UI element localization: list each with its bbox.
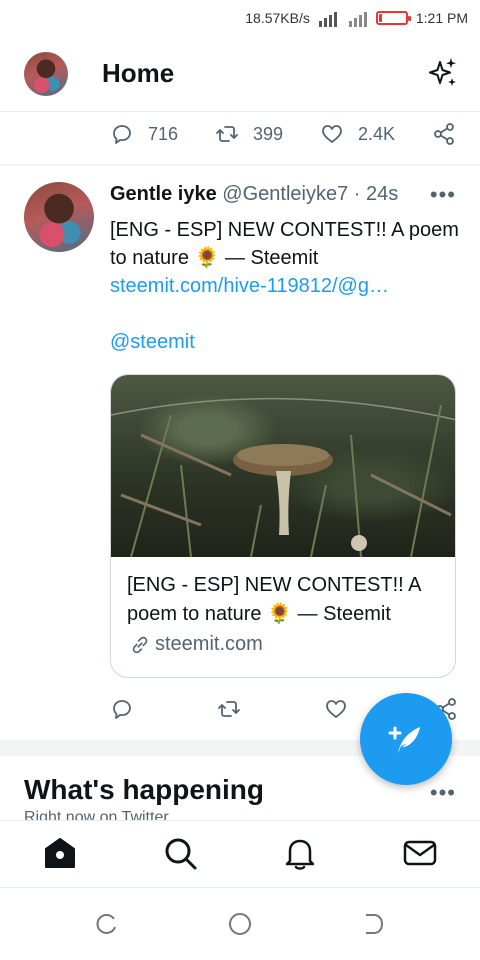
tweet-author-avatar[interactable] [24,182,94,252]
whats-happening-subtitle: Right now on Twitter [24,809,169,820]
retweet-icon [218,701,240,717]
recent-apps-icon[interactable] [94,911,120,937]
heart-icon [326,700,346,718]
tweet-author-name[interactable]: Gentle iyke [110,183,217,205]
tweet-time: 24s [365,183,399,205]
page-title: Home [102,58,175,88]
tweet-header: Gentle iyke @Gentleiyke7 · 24s [110,183,398,206]
card-title: [ENG - ESP] NEW CONTEST!! A poem to natu… [127,574,421,625]
battery-icon [375,11,411,25]
clock: 1:21 PM [415,10,468,26]
tweet-more-icon[interactable]: ••• [430,182,456,208]
retweet-icon [216,126,238,142]
retweet-count: 399 [253,123,284,144]
status-bar: 18.57KB/s 1:21 PM [0,0,480,36]
user-avatar[interactable] [24,51,68,96]
tweet-separator: · [348,183,366,205]
top-header: Home [0,36,480,112]
share-button[interactable] [432,122,456,146]
back-button-icon[interactable] [360,911,386,937]
feed-divider [0,164,480,166]
tweet-mention[interactable]: @steemit [110,328,460,356]
previous-tweet-actions: 716 399 2.4K [0,118,480,150]
sparkle-icon[interactable] [426,56,460,90]
android-navigation [0,889,480,960]
reply-icon [113,700,131,719]
tweet-retweet-button[interactable] [217,697,241,721]
network-speed: 18.57KB/s [245,10,310,26]
card-image [111,375,455,557]
tweet-like-button[interactable] [324,697,348,721]
share-icon [434,123,454,145]
tweet-body: [ENG - ESP] NEW CONTEST!! A poem to natu… [110,216,460,356]
reply-icon [113,125,131,144]
mail-icon[interactable] [402,835,438,871]
reply-button[interactable]: 716 [110,122,178,146]
card-domain-row: steemit.com [129,633,263,656]
home-button-icon[interactable] [227,911,253,937]
compose-feather-icon [388,726,420,753]
reply-count: 716 [148,123,179,144]
tweet-text: [ENG - ESP] NEW CONTEST!! A poem to natu… [110,219,459,269]
link-card[interactable]: [ENG - ESP] NEW CONTEST!! A poem to natu… [110,374,456,678]
like-count: 2.4K [358,123,396,144]
link-icon [132,636,148,653]
home-icon[interactable] [42,835,78,871]
tweet-author-handle[interactable]: @Gentleiyke7 [222,183,348,205]
tweet-reply-button[interactable] [110,697,134,721]
tweet-link[interactable]: steemit.com/hive-119812/@g… [110,272,460,300]
card-domain: steemit.com [155,633,263,655]
like-button[interactable]: 2.4K [320,122,395,146]
compose-tweet-button[interactable] [360,693,452,785]
bottom-navigation [0,820,480,888]
mushroom-image [111,397,455,557]
heart-icon [322,125,342,143]
whats-happening-title: What's happening [24,774,264,805]
signal-icon-2 [348,12,367,27]
search-icon[interactable] [162,835,198,871]
whats-happening-more-icon[interactable]: ••• [430,780,456,806]
signal-icon [318,12,337,27]
retweet-button[interactable]: 399 [215,122,283,146]
bell-icon[interactable] [282,835,318,871]
